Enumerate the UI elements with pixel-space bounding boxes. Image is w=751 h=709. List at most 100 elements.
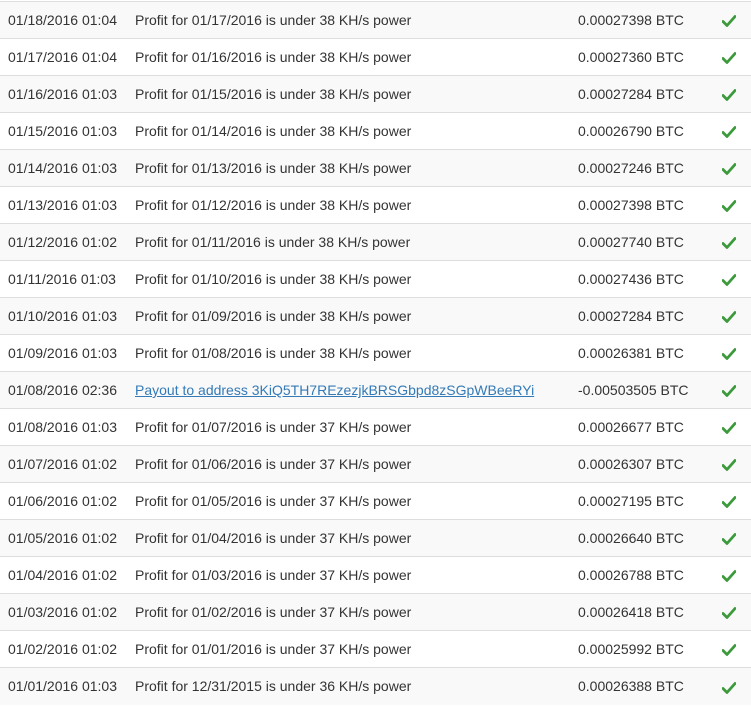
transaction-date: 01/08/2016 01:03 xyxy=(0,408,135,446)
check-icon xyxy=(721,644,736,657)
transaction-description: Profit for 01/08/2016 is under 38 KH/s p… xyxy=(135,334,578,372)
transaction-description: Profit for 01/05/2016 is under 37 KH/s p… xyxy=(135,482,578,520)
transaction-status xyxy=(714,1,751,39)
transaction-description: Profit for 01/07/2016 is under 37 KH/s p… xyxy=(135,408,578,446)
table-row: 01/09/2016 01:03 Profit for 01/08/2016 is… xyxy=(0,334,751,372)
transaction-description: Profit for 01/04/2016 is under 37 KH/s p… xyxy=(135,519,578,557)
table-row: 01/13/2016 01:03 Profit for 01/12/2016 is… xyxy=(0,186,751,224)
transaction-date: 01/07/2016 01:02 xyxy=(0,445,135,483)
transaction-status xyxy=(714,630,751,668)
transaction-description: Profit for 01/16/2016 is under 38 KH/s p… xyxy=(135,38,578,76)
table-row: 01/14/2016 01:03 Profit for 01/13/2016 is… xyxy=(0,149,751,187)
table-row: 01/02/2016 01:02 Profit for 01/01/2016 is… xyxy=(0,630,751,668)
check-icon xyxy=(721,311,736,324)
check-icon xyxy=(721,52,736,65)
transactions-table-body: 01/18/2016 01:04 Profit for 01/17/2016 is… xyxy=(0,1,751,705)
transaction-status xyxy=(714,334,751,372)
transaction-date: 01/16/2016 01:03 xyxy=(0,75,135,113)
transaction-description: Profit for 01/10/2016 is under 38 KH/s p… xyxy=(135,260,578,298)
transaction-date: 01/01/2016 01:03 xyxy=(0,667,135,705)
transaction-description: Profit for 01/03/2016 is under 37 KH/s p… xyxy=(135,556,578,594)
transaction-description: Profit for 01/13/2016 is under 38 KH/s p… xyxy=(135,149,578,187)
table-row: 01/10/2016 01:03 Profit for 01/09/2016 is… xyxy=(0,297,751,335)
transaction-amount: 0.00026788 BTC xyxy=(578,556,714,594)
transaction-status xyxy=(714,519,751,557)
transaction-amount: 0.00027246 BTC xyxy=(578,149,714,187)
transaction-amount: 0.00027284 BTC xyxy=(578,297,714,335)
table-row: 01/08/2016 02:36 Payout to address 3KiQ5T… xyxy=(0,371,751,409)
table-row: 01/11/2016 01:03 Profit for 01/10/2016 is… xyxy=(0,260,751,298)
transaction-status xyxy=(714,186,751,224)
transaction-status xyxy=(714,38,751,76)
transaction-date: 01/03/2016 01:02 xyxy=(0,593,135,631)
transaction-date: 01/14/2016 01:03 xyxy=(0,149,135,187)
table-row: 01/03/2016 01:02 Profit for 01/02/2016 is… xyxy=(0,593,751,631)
transaction-description: Profit for 01/15/2016 is under 38 KH/s p… xyxy=(135,75,578,113)
transaction-amount: 0.00027740 BTC xyxy=(578,223,714,261)
table-row: 01/17/2016 01:04 Profit for 01/16/2016 is… xyxy=(0,38,751,76)
transaction-description: Profit for 01/17/2016 is under 38 KH/s p… xyxy=(135,1,578,39)
check-icon xyxy=(721,237,736,250)
check-icon xyxy=(721,348,736,361)
transaction-date: 01/08/2016 02:36 xyxy=(0,371,135,409)
transaction-description: Profit for 01/06/2016 is under 37 KH/s p… xyxy=(135,445,578,483)
check-icon xyxy=(721,15,736,28)
table-row: 01/06/2016 01:02 Profit for 01/05/2016 is… xyxy=(0,482,751,520)
transaction-description: Profit for 12/31/2015 is under 36 KH/s p… xyxy=(135,667,578,705)
transaction-amount: 0.00026790 BTC xyxy=(578,112,714,150)
transaction-description: Profit for 01/01/2016 is under 37 KH/s p… xyxy=(135,630,578,668)
check-icon xyxy=(721,533,736,546)
table-row: 01/18/2016 01:04 Profit for 01/17/2016 is… xyxy=(0,1,751,39)
transaction-description: Profit for 01/02/2016 is under 37 KH/s p… xyxy=(135,593,578,631)
transaction-amount: -0.00503505 BTC xyxy=(578,371,714,409)
table-row: 01/12/2016 01:02 Profit for 01/11/2016 is… xyxy=(0,223,751,261)
check-icon xyxy=(721,200,736,213)
check-icon xyxy=(721,459,736,472)
transaction-date: 01/18/2016 01:04 xyxy=(0,1,135,39)
transaction-date: 01/09/2016 01:03 xyxy=(0,334,135,372)
table-row: 01/15/2016 01:03 Profit for 01/14/2016 is… xyxy=(0,112,751,150)
transaction-status xyxy=(714,112,751,150)
check-icon xyxy=(721,681,736,694)
transaction-amount: 0.00026307 BTC xyxy=(578,445,714,483)
transaction-date: 01/11/2016 01:03 xyxy=(0,260,135,298)
check-icon xyxy=(721,126,736,139)
check-icon xyxy=(721,385,736,398)
transaction-amount: 0.00027195 BTC xyxy=(578,482,714,520)
table-row: 01/08/2016 01:03 Profit for 01/07/2016 is… xyxy=(0,408,751,446)
table-row: 01/01/2016 01:03 Profit for 12/31/2015 is… xyxy=(0,667,751,705)
transaction-description-cell: Payout to address 3KiQ5TH7REzezjkBRSGbpd… xyxy=(135,371,578,409)
transaction-description: Profit for 01/11/2016 is under 38 KH/s p… xyxy=(135,223,578,261)
check-icon xyxy=(721,496,736,509)
transaction-amount: 0.00027398 BTC xyxy=(578,186,714,224)
payout-address-link[interactable]: Payout to address 3KiQ5TH7REzezjkBRSGbpd… xyxy=(135,382,534,398)
transaction-status xyxy=(714,556,751,594)
transaction-status xyxy=(714,482,751,520)
transaction-status xyxy=(714,667,751,705)
transaction-status xyxy=(714,371,751,409)
transaction-date: 01/13/2016 01:03 xyxy=(0,186,135,224)
table-row: 01/04/2016 01:02 Profit for 01/03/2016 is… xyxy=(0,556,751,594)
check-icon xyxy=(721,274,736,287)
transaction-date: 01/17/2016 01:04 xyxy=(0,38,135,76)
transaction-date: 01/04/2016 01:02 xyxy=(0,556,135,594)
transaction-status xyxy=(714,297,751,335)
transaction-amount: 0.00027398 BTC xyxy=(578,1,714,39)
check-icon xyxy=(721,607,736,620)
transaction-amount: 0.00027436 BTC xyxy=(578,260,714,298)
table-row: 01/16/2016 01:03 Profit for 01/15/2016 is… xyxy=(0,75,751,113)
transaction-status xyxy=(714,593,751,631)
transaction-status xyxy=(714,260,751,298)
transaction-date: 01/06/2016 01:02 xyxy=(0,482,135,520)
check-icon xyxy=(721,163,736,176)
transaction-date: 01/10/2016 01:03 xyxy=(0,297,135,335)
transaction-amount: 0.00027284 BTC xyxy=(578,75,714,113)
transaction-amount: 0.00026677 BTC xyxy=(578,408,714,446)
transaction-date: 01/15/2016 01:03 xyxy=(0,112,135,150)
transaction-amount: 0.00025992 BTC xyxy=(578,630,714,668)
transaction-amount: 0.00026640 BTC xyxy=(578,519,714,557)
transaction-amount: 0.00026418 BTC xyxy=(578,593,714,631)
transaction-date: 01/02/2016 01:02 xyxy=(0,630,135,668)
transaction-amount: 0.00026388 BTC xyxy=(578,667,714,705)
check-icon xyxy=(721,570,736,583)
